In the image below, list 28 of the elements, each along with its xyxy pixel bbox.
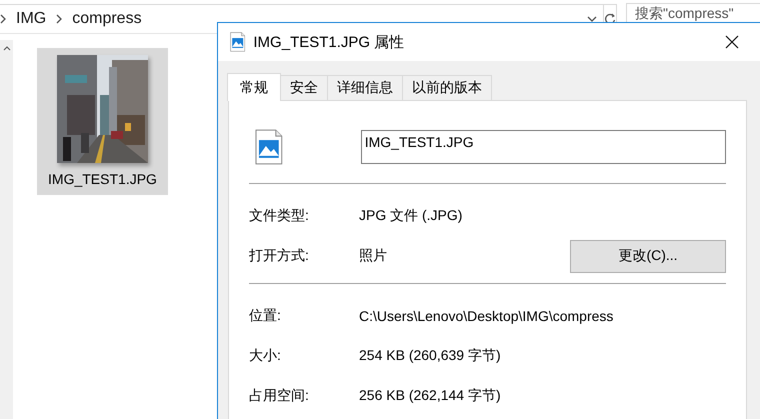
property-value: C:\Users\Lenovo\Desktop\IMG\compress [359,308,614,324]
image-file-icon [230,32,246,52]
image-file-icon [255,129,283,165]
search-field[interactable]: 搜索"compress" [626,3,760,22]
property-value: 照片 [359,247,388,265]
property-value: JPG 文件 (.JPG) [359,207,464,225]
tab[interactable]: 以前的版本 [402,75,492,101]
file-tile[interactable]: IMG_TEST1.JPG [37,48,168,195]
tab[interactable]: 常规 [227,73,281,101]
property-label: 大小: [249,347,282,365]
dropdown-caret-icon[interactable] [587,16,597,22]
file-name: IMG_TEST1.JPG [48,171,157,187]
property-value: 254 KB (260,639 字节) [359,347,502,365]
chevron-icon [0,14,6,24]
window-title: IMG_TEST1.JPG 属性 [253,32,406,52]
property-value: 256 KB (262,144 字节) [359,387,502,405]
file-name-field[interactable]: IMG_TEST1.JPG [360,130,726,164]
property-label: 文件类型: [249,207,310,225]
close-icon [725,35,739,49]
scroll-up-icon[interactable] [2,46,10,51]
breadcrumb-item[interactable]: IMG [16,10,46,28]
property-label: 位置: [249,307,282,325]
change-button[interactable]: 更改(C)... [570,240,726,272]
property-label: 打开方式: [249,247,310,265]
breadcrumb-item[interactable]: compress [72,10,142,28]
property-label: 占用空间: [249,387,310,405]
refresh-icon[interactable] [604,13,616,25]
chevron-icon [56,14,62,24]
